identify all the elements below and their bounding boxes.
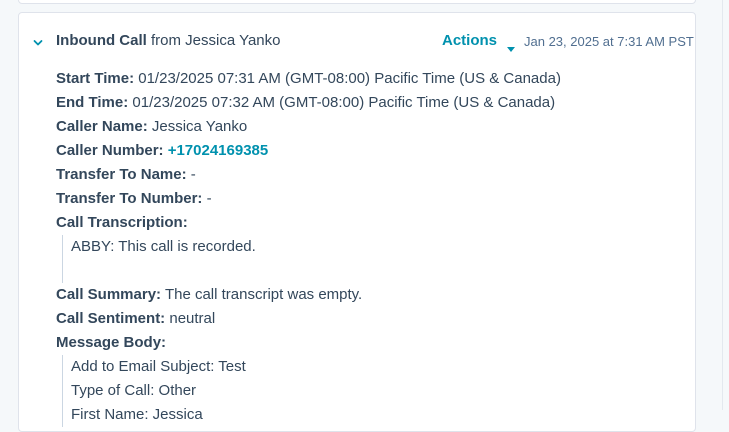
message-body-label: Message Body: <box>56 334 167 351</box>
call-type: Inbound Call <box>56 32 147 49</box>
right-rail <box>722 0 729 410</box>
end-time-row: End Time: 01/23/2025 07:32 AM (GMT-08:00… <box>56 91 686 115</box>
caller-name-row: Caller Name: Jessica Yanko <box>56 115 686 139</box>
end-time-label: End Time: <box>56 94 129 111</box>
call-sentiment-row: Call Sentiment: neutral <box>56 307 686 331</box>
caret-down-icon <box>507 39 516 52</box>
transfer-to-number-row: Transfer To Number: - <box>56 187 686 211</box>
call-activity-card: Inbound Call from Jessica Yanko Actions … <box>18 12 696 432</box>
call-transcription-row: Call Transcription: <box>56 211 686 235</box>
transcription-blockquote: ABBY: This call is recorded. <box>62 235 686 283</box>
call-summary-label: Call Summary: <box>56 286 162 303</box>
transfer-to-name-label: Transfer To Name: <box>56 166 187 183</box>
start-time-value: 01/23/2025 07:31 AM (GMT-08:00) Pacific … <box>134 70 561 87</box>
caller-name-value: Jessica Yanko <box>147 118 248 135</box>
call-summary-row: Call Summary: The call transcript was em… <box>56 283 686 307</box>
activity-timestamp: Jan 23, 2025 at 7:31 AM PST <box>524 34 694 49</box>
transfer-to-number-value: - <box>202 190 212 207</box>
start-time-label: Start Time: <box>56 70 135 87</box>
caller-name-label: Caller Name: <box>56 118 148 135</box>
message-line: First Name: Jessica <box>71 406 203 423</box>
message-line: Type of Call: Other <box>71 382 197 399</box>
activity-body: Start Time: 01/23/2025 07:31 AM (GMT-08:… <box>56 67 686 427</box>
transfer-to-name-row: Transfer To Name: - <box>56 163 686 187</box>
call-sentiment-value: neutral <box>165 310 216 327</box>
activity-header: Inbound Call from Jessica Yanko Actions … <box>19 13 695 65</box>
previous-activity-card <box>18 0 696 4</box>
transcription-text: ABBY: This call is recorded. <box>71 238 256 255</box>
actions-label: Actions <box>442 32 498 49</box>
call-summary-value: The call transcript was empty. <box>161 286 363 303</box>
caller-number-link[interactable]: +17024169385 <box>168 142 269 159</box>
end-time-value: 01/23/2025 07:32 AM (GMT-08:00) Pacific … <box>128 94 556 111</box>
call-transcription-label: Call Transcription: <box>56 214 188 231</box>
message-line: Add to Email Subject: Test <box>71 358 246 375</box>
activity-title[interactable]: Inbound Call from Jessica Yanko <box>56 32 281 49</box>
caller-number-row: Caller Number: +17024169385 <box>56 139 686 163</box>
message-body-blockquote: Add to Email Subject: Test Type of Call:… <box>62 355 686 427</box>
transfer-to-name-value: - <box>186 166 196 183</box>
message-body-row: Message Body: <box>56 331 686 355</box>
call-sentiment-label: Call Sentiment: <box>56 310 166 327</box>
call-from: from Jessica Yanko <box>146 32 281 49</box>
transcription-spacer <box>71 259 686 283</box>
start-time-row: Start Time: 01/23/2025 07:31 AM (GMT-08:… <box>56 67 686 91</box>
chevron-down-icon[interactable] <box>33 35 43 46</box>
caller-number-label: Caller Number: <box>56 142 164 159</box>
actions-dropdown[interactable]: Actions <box>442 32 516 52</box>
transfer-to-number-label: Transfer To Number: <box>56 190 203 207</box>
